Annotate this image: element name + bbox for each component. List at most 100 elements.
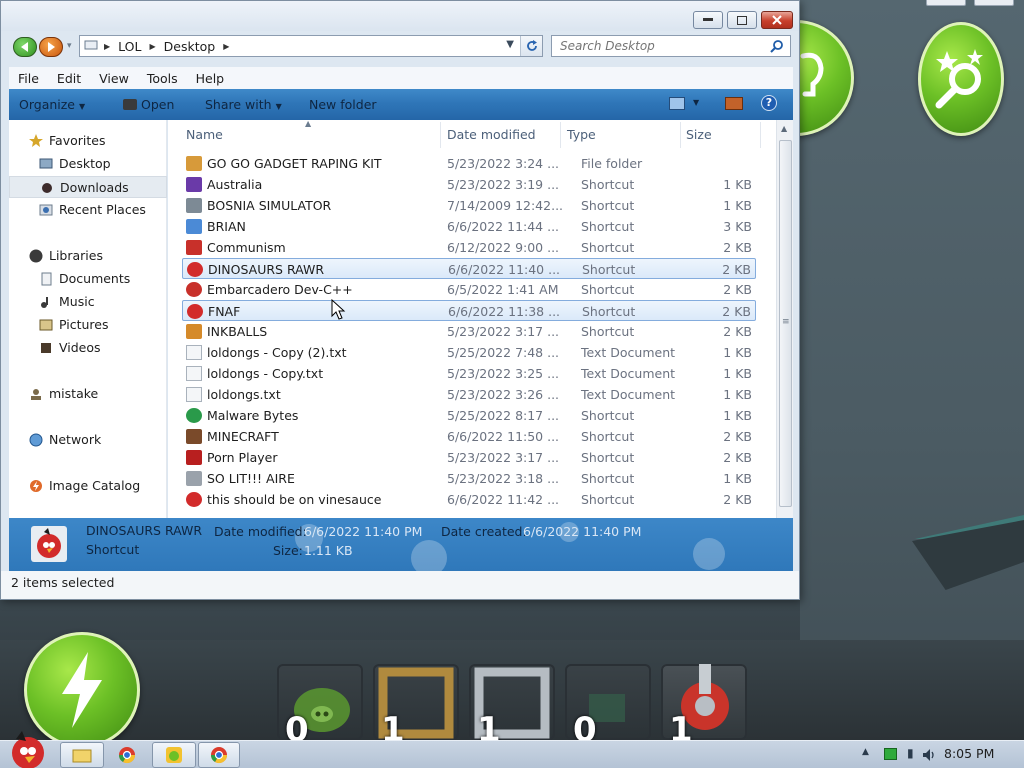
nav-documents-label: Documents (59, 271, 131, 286)
file-row[interactable]: Communism 6/12/2022 9:00 ... Shortcut 2 KB (182, 237, 756, 258)
search-icon[interactable] (770, 39, 784, 53)
nav-documents[interactable]: Documents (9, 268, 167, 290)
close-button[interactable] (761, 11, 793, 29)
battery-icon[interactable]: ▮ (907, 746, 914, 760)
taskbar-chrome-button[interactable] (106, 742, 148, 768)
column-separator[interactable] (560, 122, 561, 148)
column-header-size[interactable]: Size (686, 127, 712, 142)
window-restore-icon[interactable] (926, 0, 966, 6)
nav-libraries[interactable]: Libraries (9, 245, 167, 267)
file-row[interactable]: this should be on vinesauce 6/6/2022 11:4… (182, 489, 756, 510)
chevron-down-icon[interactable]: ▼ (693, 98, 699, 107)
file-name: SO LIT!!! AIRE (207, 471, 295, 486)
show-hidden-icons-icon[interactable]: ▲ (862, 747, 869, 757)
menu-edit[interactable]: Edit (48, 71, 90, 86)
file-size: 2 KB (722, 304, 751, 319)
open-button[interactable]: Open (123, 97, 174, 112)
scroll-thumb[interactable]: ≡ (779, 140, 792, 507)
share-with-button[interactable]: Share with ▼ (205, 97, 282, 112)
menu-help[interactable]: Help (187, 71, 234, 86)
menu-tools[interactable]: Tools (138, 71, 187, 86)
view-options-icon[interactable] (669, 97, 685, 110)
tool-slot-metal-frame[interactable]: 1 (469, 664, 555, 740)
file-size: 2 KB (723, 450, 752, 465)
devcpp-icon (186, 282, 202, 297)
file-name: Communism (207, 240, 286, 255)
file-type: Shortcut (581, 198, 635, 213)
file-row[interactable]: SO LIT!!! AIRE 5/23/2022 3:18 ... Shortcut… (182, 468, 756, 489)
column-separator[interactable] (760, 122, 761, 148)
taskbar-chrome-window-button[interactable] (198, 742, 240, 768)
nav-downloads[interactable]: Downloads (9, 176, 167, 198)
clock[interactable]: 8:05 PM (944, 746, 994, 761)
nav-videos[interactable]: Videos (9, 337, 167, 359)
breadcrumb-desktop[interactable]: Desktop (164, 39, 216, 54)
nav-desktop[interactable]: Desktop (9, 153, 167, 175)
minimize-icon (703, 18, 713, 21)
maximize-button[interactable] (727, 11, 757, 29)
column-header-date-modified[interactable]: Date modified (447, 127, 536, 142)
nav-music[interactable]: Music (9, 291, 167, 313)
file-row[interactable]: Porn Player 5/23/2022 3:17 ... Shortcut 2 K… (182, 447, 756, 468)
file-row[interactable]: BRIAN 6/6/2022 11:44 ... Shortcut 3 KB (182, 216, 756, 237)
file-size: 2 KB (723, 240, 752, 255)
recent-places-icon (39, 204, 53, 216)
new-folder-button[interactable]: New folder (309, 97, 377, 112)
column-separator[interactable] (680, 122, 681, 148)
file-row[interactable]: BOSNIA SIMULATOR 7/14/2009 12:42... Shortc… (182, 195, 756, 216)
vertical-scrollbar[interactable]: ▲ ≡ (776, 120, 793, 518)
details-file-type: Shortcut (86, 542, 140, 557)
file-name: DINOSAURS RAWR (208, 262, 325, 277)
taskbar: ▲ ▮ 8:05 PM (0, 731, 1024, 768)
nav-favorites[interactable]: Favorites (9, 130, 167, 152)
file-row[interactable]: GO GO GADGET RAPING KIT 5/23/2022 3:24 ..… (182, 153, 756, 174)
inkball-icon (186, 324, 202, 339)
refresh-button[interactable] (520, 36, 542, 56)
nav-network[interactable]: Network (9, 429, 167, 451)
file-row[interactable]: loldongs - Copy.txt 5/23/2022 3:25 ... Tex… (182, 363, 756, 384)
help-icon[interactable]: ? (761, 95, 777, 111)
minimize-button[interactable] (693, 11, 723, 29)
nav-image-catalog[interactable]: Image Catalog (9, 475, 167, 497)
tool-slot-fan[interactable]: 1 (661, 664, 747, 740)
tool-slot-pig[interactable]: 0 (277, 664, 363, 740)
preview-pane-icon[interactable] (725, 97, 743, 110)
column-separator[interactable] (440, 122, 441, 148)
file-row[interactable]: MINECRAFT 6/6/2022 11:50 ... Shortcut 2 KB (182, 426, 756, 447)
details-file-name: DINOSAURS RAWR (86, 523, 203, 538)
taskbar-explorer-button[interactable] (60, 742, 104, 768)
mighty-eagle-button[interactable] (918, 22, 1004, 136)
file-row[interactable]: DINOSAURS RAWR 6/6/2022 11:40 ... Shortcut… (182, 258, 756, 279)
forward-button[interactable] (39, 37, 63, 57)
menu-file[interactable]: File (9, 71, 48, 86)
tool-slot-wood-frame[interactable]: 1 (373, 664, 459, 740)
address-dropdown-icon[interactable]: ▼ (506, 39, 514, 50)
column-header-type[interactable]: Type (567, 127, 596, 142)
file-row[interactable]: loldongs.txt 5/23/2022 3:26 ... Text Docum… (182, 384, 756, 405)
column-header-name[interactable]: Name (186, 127, 223, 142)
file-row[interactable]: Embarcadero Dev-C++ 6/5/2022 1:41 AM Short… (182, 279, 756, 300)
start-button-icon[interactable] (2, 729, 54, 768)
breadcrumb-lol[interactable]: LOL (118, 39, 141, 54)
address-bar[interactable]: ▶ LOL ▶ Desktop ▶ ▼ (79, 35, 543, 57)
window-close-icon[interactable] (974, 0, 1014, 6)
nav-mistake[interactable]: mistake (9, 383, 167, 405)
file-row[interactable]: Australia 5/23/2022 3:19 ... Shortcut 1 KB (182, 174, 756, 195)
scroll-up-icon[interactable]: ▲ (781, 124, 787, 133)
taskbar-angry-birds-button[interactable] (152, 742, 196, 768)
file-row[interactable]: loldongs - Copy (2).txt 5/25/2022 7:48 ..… (182, 342, 756, 363)
text-file-icon (186, 387, 202, 402)
nav-pictures[interactable]: Pictures (9, 314, 167, 336)
network-status-icon[interactable] (884, 748, 897, 760)
recent-pages-icon[interactable]: ▾ (67, 41, 72, 51)
organize-button[interactable]: Organize ▼ (19, 97, 85, 112)
nav-recent-places[interactable]: Recent Places (9, 199, 167, 221)
volume-icon[interactable] (922, 748, 936, 762)
tool-slot-circuit[interactable]: 0 (565, 664, 651, 740)
search-input[interactable] (560, 37, 770, 55)
file-row[interactable]: FNAF 6/6/2022 11:38 ... Shortcut 2 KB (182, 300, 756, 321)
file-row[interactable]: INKBALLS 5/23/2022 3:17 ... Shortcut 2 KB (182, 321, 756, 342)
back-button[interactable] (13, 37, 37, 57)
menu-view[interactable]: View (90, 71, 138, 86)
file-row[interactable]: Malware Bytes 5/25/2022 8:17 ... Shortcut 1… (182, 405, 756, 426)
